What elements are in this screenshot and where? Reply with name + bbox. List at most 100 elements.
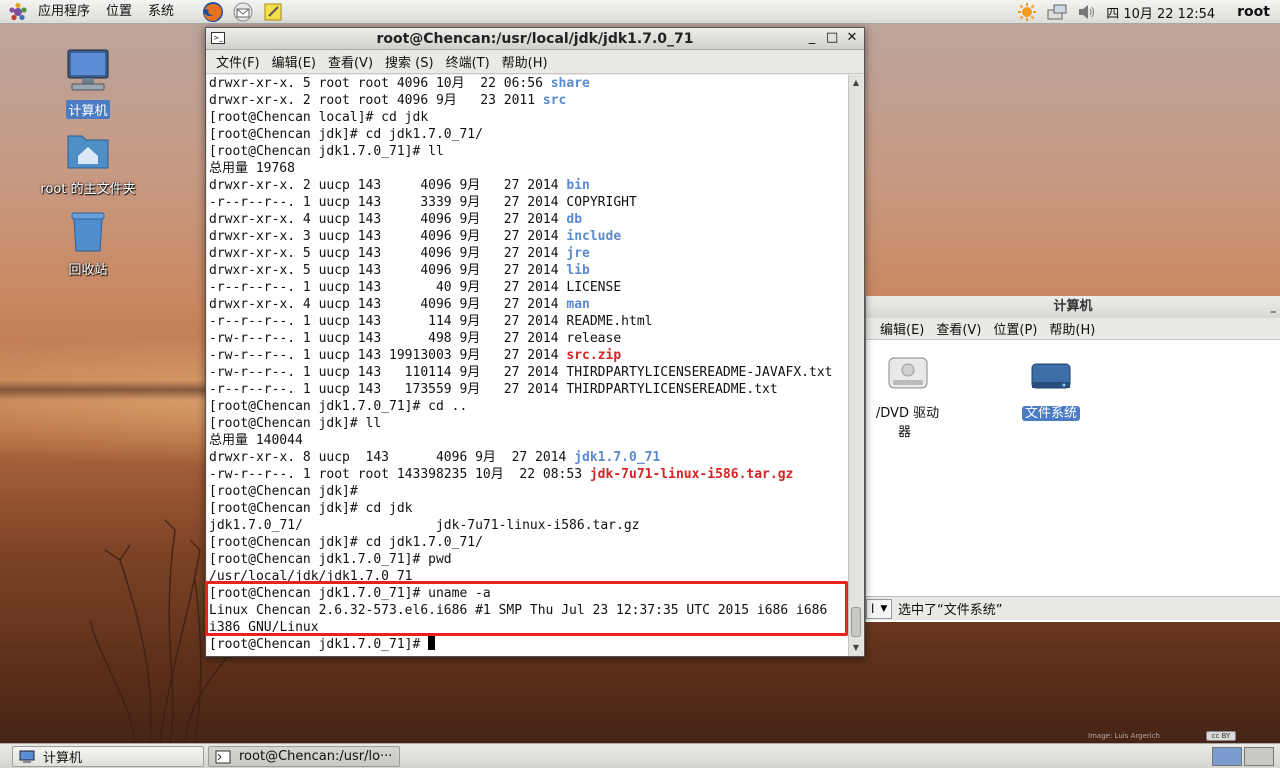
terminal-line: drwxr-xr-x. 5 root root 4096 10月 22 06:5… xyxy=(209,75,850,92)
filesystem-icon xyxy=(1031,363,1071,389)
terminal-titlebar[interactable]: >_ root@Chencan:/usr/local/jdk/jdk1.7.0_… xyxy=(206,28,864,50)
mail-icon[interactable] xyxy=(232,1,254,23)
notes-icon[interactable] xyxy=(262,1,284,23)
terminal-text: [root@Chencan jdk]# xyxy=(209,484,358,499)
firefox-icon[interactable] xyxy=(202,1,224,23)
terminal-text: 总用量 140044 xyxy=(209,433,303,448)
directory-name: lib xyxy=(566,263,590,278)
terminal-line: -r--r--r--. 1 uucp 143 40 9月 27 2014 LIC… xyxy=(209,279,850,296)
taskbar-button-label: root@Chencan:/usr/lo··· xyxy=(239,749,393,764)
terminal-text: [root@Chencan jdk]# ll xyxy=(209,416,382,431)
fm-menu-view[interactable]: 查看(V) xyxy=(930,319,987,338)
minimize-icon[interactable]: _ xyxy=(1271,296,1277,318)
terminal-line: i386 GNU/Linux xyxy=(209,619,850,636)
fm-item-dvd[interactable]: /DVD 驱动器 xyxy=(866,354,946,440)
terminal-icon xyxy=(215,750,231,763)
taskbar-button-computer[interactable]: 计算机 xyxy=(12,746,204,767)
directory-name: jdk1.7.0_71 xyxy=(574,450,661,465)
terminal-scrollbar[interactable]: ▲ ▼ xyxy=(848,75,863,656)
optical-drive-icon xyxy=(888,357,928,389)
weather-icon[interactable] xyxy=(1016,2,1038,22)
terminal-line: /usr/local/jdk/jdk1.7.0_71 xyxy=(209,568,850,585)
desktop-icon-computer[interactable]: 计算机 xyxy=(33,46,143,119)
terminal-text: jdk1.7.0_71/ jdk-7u71-linux-i586.tar.gz xyxy=(209,518,640,533)
text-cursor xyxy=(428,636,436,650)
file-manager-statusbar: l ▼ 选中了“文件系统” xyxy=(866,596,1280,620)
trash-icon xyxy=(71,212,105,252)
fm-menu-help[interactable]: 帮助(H) xyxy=(1043,319,1101,338)
taskbar-button-terminal[interactable]: root@Chencan:/usr/lo··· xyxy=(208,746,400,767)
wallpaper-credit: Image: Luis Argerich xyxy=(1088,732,1160,740)
terminal-window: >_ root@Chencan:/usr/local/jdk/jdk1.7.0_… xyxy=(205,27,865,657)
menu-help[interactable]: 帮助(H) xyxy=(496,52,554,71)
desktop-icon-home[interactable]: root 的主文件夹 xyxy=(33,128,143,197)
fm-item-label: 文件系统 xyxy=(1021,406,1080,421)
terminal-line: jdk1.7.0_71/ jdk-7u71-linux-i586.tar.gz xyxy=(209,517,850,534)
file-manager-titlebar[interactable]: 计算机 _ xyxy=(866,296,1280,318)
menu-applications[interactable]: 应用程序 xyxy=(30,0,98,24)
applications-logo-icon[interactable] xyxy=(8,2,28,22)
desktop-icon-trash[interactable]: 回收站 xyxy=(33,209,143,278)
terminal-text: -r--r--r--. 1 uucp 143 173559 9月 27 2014… xyxy=(209,382,778,397)
menu-edit[interactable]: 编辑(E) xyxy=(266,52,322,71)
view-mode-value: l xyxy=(871,601,875,616)
terminal-line: 总用量 19768 xyxy=(209,160,850,177)
fm-menu-edit[interactable]: 编辑(E) xyxy=(874,319,930,338)
menu-view[interactable]: 查看(V) xyxy=(322,52,379,71)
terminal-line: -r--r--r--. 1 uucp 143 3339 9月 27 2014 C… xyxy=(209,194,850,211)
scrollbar-thumb[interactable] xyxy=(851,607,861,637)
archive-name: src.zip xyxy=(566,348,622,363)
terminal-text: [root@Chencan local]# cd jdk xyxy=(209,110,429,125)
scroll-down-icon[interactable]: ▼ xyxy=(850,642,862,654)
terminal-text: [root@Chencan jdk1.7.0_71]# xyxy=(209,637,429,652)
terminal-line: [root@Chencan jdk]# cd jdk1.7.0_71/ xyxy=(209,534,850,551)
terminal-title: root@Chencan:/usr/local/jdk/jdk1.7.0_71 xyxy=(376,31,694,47)
terminal-text: [root@Chencan jdk]# cd jdk1.7.0_71/ xyxy=(209,127,483,142)
volume-icon[interactable] xyxy=(1076,2,1098,22)
menu-search[interactable]: 搜索 (S) xyxy=(379,52,440,71)
terminal-text: drwxr-xr-x. 5 uucp 143 4096 9月 27 2014 xyxy=(209,246,567,261)
directory-name: src xyxy=(542,93,567,108)
terminal-line: [root@Chencan jdk]# cd jdk xyxy=(209,500,850,517)
fm-menu-places[interactable]: 位置(P) xyxy=(987,319,1043,338)
terminal-line: -rw-r--r--. 1 uucp 143 19913003 9月 27 20… xyxy=(209,347,850,364)
maximize-icon[interactable]: □ xyxy=(826,30,838,46)
workspace-1[interactable] xyxy=(1212,747,1242,766)
menu-file[interactable]: 文件(F) xyxy=(210,52,266,71)
terminal-line: drwxr-xr-x. 2 root root 4096 9月 23 2011 … xyxy=(209,92,850,109)
terminal-text: drwxr-xr-x. 8 uucp 143 4096 9月 27 2014 xyxy=(209,450,575,465)
view-mode-combo[interactable]: l ▼ xyxy=(866,598,892,619)
terminal-line: -rw-r--r--. 1 uucp 143 110114 9月 27 2014… xyxy=(209,364,850,381)
workspace-2[interactable] xyxy=(1244,747,1274,766)
network-icon[interactable] xyxy=(1046,2,1068,22)
menu-places[interactable]: 位置 xyxy=(98,0,140,24)
archive-name: jdk-7u71-linux-i586.tar.gz xyxy=(589,467,794,482)
terminal-text: [root@Chencan jdk]# cd jdk1.7.0_71/ xyxy=(209,535,483,550)
terminal-text: [root@Chencan jdk]# cd jdk xyxy=(209,501,413,516)
terminal-output[interactable]: drwxr-xr-x. 5 root root 4096 10月 22 06:5… xyxy=(207,75,850,656)
user-name[interactable]: root xyxy=(1237,4,1270,20)
terminal-line: drwxr-xr-x. 3 uucp 143 4096 9月 27 2014 i… xyxy=(209,228,850,245)
terminal-line: [root@Chencan jdk1.7.0_71]# uname -a xyxy=(209,585,850,602)
file-manager-menubar: 编辑(E) 查看(V) 位置(P) 帮助(H) xyxy=(866,318,1280,340)
menu-system[interactable]: 系统 xyxy=(140,0,182,24)
selection-status: 选中了“文件系统” xyxy=(898,603,1003,618)
terminal-text: drwxr-xr-x. 5 root root 4096 10月 22 06:5… xyxy=(209,76,551,91)
file-manager-title: 计算机 xyxy=(1053,299,1093,314)
directory-name: jre xyxy=(566,246,590,261)
top-panel-right: 四 10月 22 12:54 root xyxy=(1016,0,1280,24)
terminal-menubar: 文件(F) 编辑(E) 查看(V) 搜索 (S) 终端(T) 帮助(H) xyxy=(206,50,864,74)
terminal-text: i386 GNU/Linux xyxy=(209,620,319,635)
chevron-down-icon: ▼ xyxy=(880,603,888,614)
menu-terminal[interactable]: 终端(T) xyxy=(440,52,496,71)
terminal-text: drwxr-xr-x. 4 uucp 143 4096 9月 27 2014 xyxy=(209,297,567,312)
minimize-icon[interactable]: _ xyxy=(806,30,818,46)
desktop-icon-label: 计算机 xyxy=(66,100,110,119)
clock[interactable]: 四 10月 22 12:54 xyxy=(1106,3,1215,22)
terminal-text: drwxr-xr-x. 3 uucp 143 4096 9月 27 2014 xyxy=(209,229,567,244)
cc-license-badge: cc BY xyxy=(1206,731,1236,741)
fm-item-filesystem[interactable]: 文件系统 xyxy=(1011,354,1091,421)
close-icon[interactable]: ✕ xyxy=(846,30,858,46)
scroll-up-icon[interactable]: ▲ xyxy=(850,77,862,89)
terminal-line: drwxr-xr-x. 2 uucp 143 4096 9月 27 2014 b… xyxy=(209,177,850,194)
